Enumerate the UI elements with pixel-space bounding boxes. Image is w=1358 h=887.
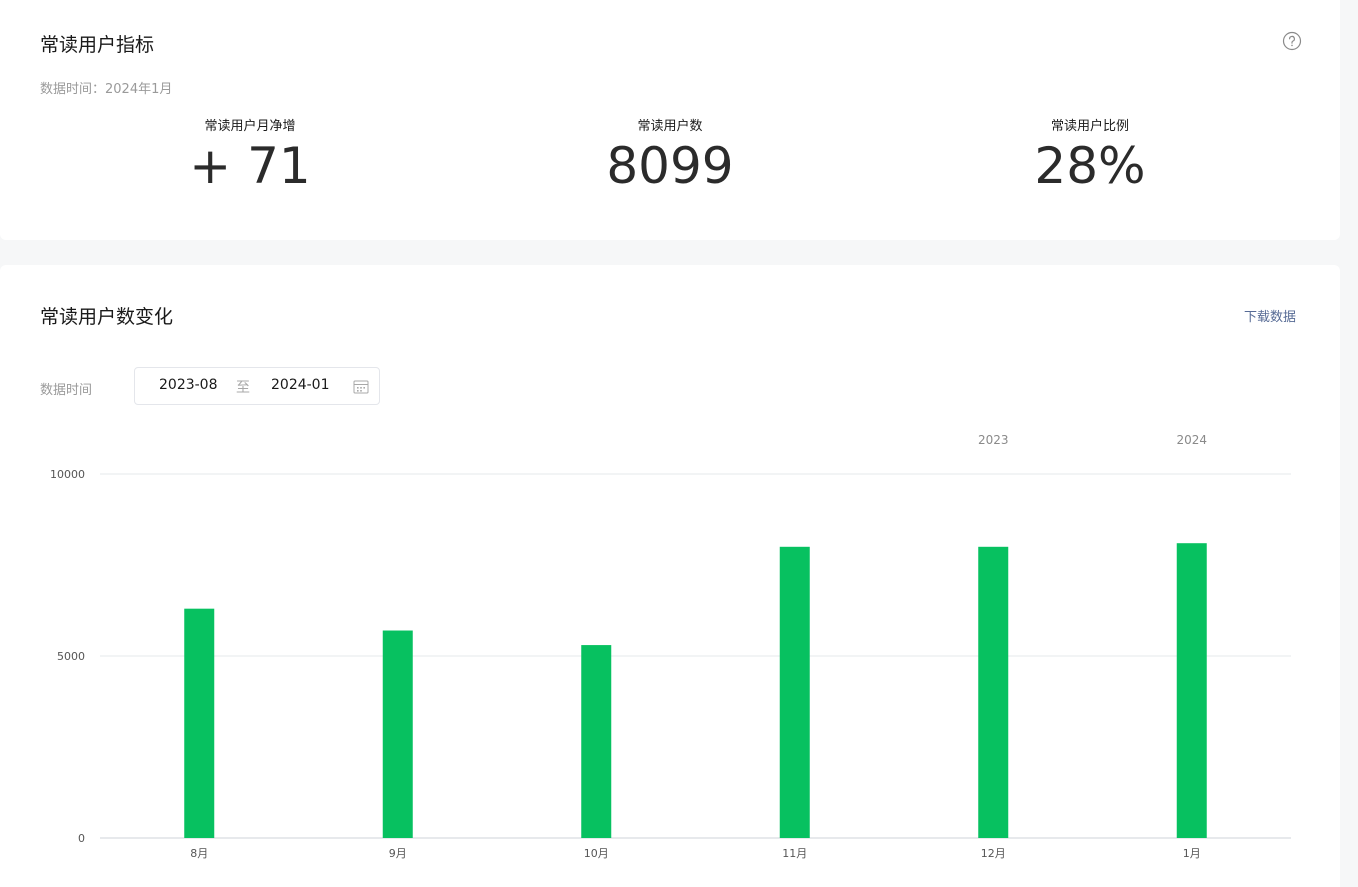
- bar-1: [184, 608, 215, 838]
- date-range-start[interactable]: 2023-08: [159, 377, 218, 393]
- trend-card: 常读用户数变化 下载数据 数据时间 2023-08 至 2024-01 0 500…: [0, 265, 1340, 887]
- calendar-icon[interactable]: [353, 379, 369, 394]
- x-tick-label-5: 12月: [981, 847, 1006, 860]
- metric-value: 8099: [606, 137, 734, 195]
- bar-5: [978, 546, 1009, 838]
- date-range-end[interactable]: 2024-01: [271, 377, 330, 393]
- bar-6: [1176, 543, 1207, 838]
- metric-label: 常读用户数: [637, 119, 703, 134]
- year-label-2023: 2023: [978, 433, 1009, 447]
- trend-card-title: 常读用户数变化: [40, 306, 174, 328]
- year-label-2024: 2024: [1176, 433, 1207, 447]
- date-range-picker[interactable]: 2023-08 至 2024-01: [134, 367, 380, 405]
- metric-value: + 71: [189, 137, 311, 195]
- bar-2: [382, 630, 413, 838]
- y-tick-label-5000: 5000: [57, 650, 85, 663]
- metric-value: 28%: [1034, 137, 1146, 195]
- x-tick-label-4: 11月: [782, 847, 807, 860]
- metric-net-growth: 常读用户月净增 + 71: [100, 115, 400, 194]
- y-tick-label-10000: 10000: [50, 468, 85, 481]
- x-tick-label-1: 8月: [190, 847, 208, 860]
- user-count-bar-chart: 0 5000 10000 8月 9月 10月 11月 12月 1月 2023 2024: [50, 433, 1291, 860]
- bar-3: [581, 645, 612, 838]
- date-filter-label: 数据时间: [40, 383, 93, 398]
- x-tick-label-3: 10月: [584, 847, 609, 860]
- page-right-gutter: [1340, 0, 1358, 887]
- bar-4: [779, 546, 810, 838]
- x-tick-label-2: 9月: [389, 847, 407, 860]
- date-range-separator: 至: [236, 380, 250, 396]
- download-data-link[interactable]: 下载数据: [1244, 306, 1296, 325]
- x-tick-label-6: 1月: [1183, 847, 1201, 860]
- help-circle-icon[interactable]: [1282, 31, 1302, 51]
- metrics-card-title: 常读用户指标: [40, 34, 155, 56]
- metrics-data-time: 数据时间：2024年1月: [40, 82, 173, 97]
- metrics-card: 常读用户指标 数据时间：2024年1月 常读用户月净增 + 71 常读用户数 8…: [0, 0, 1340, 240]
- y-tick-label-0: 0: [78, 832, 85, 845]
- metric-user-count: 常读用户数 8099: [520, 115, 820, 194]
- metric-label: 常读用户月净增: [204, 119, 296, 134]
- metric-user-ratio: 常读用户比例 28%: [940, 115, 1240, 194]
- metric-label: 常读用户比例: [1050, 119, 1129, 134]
